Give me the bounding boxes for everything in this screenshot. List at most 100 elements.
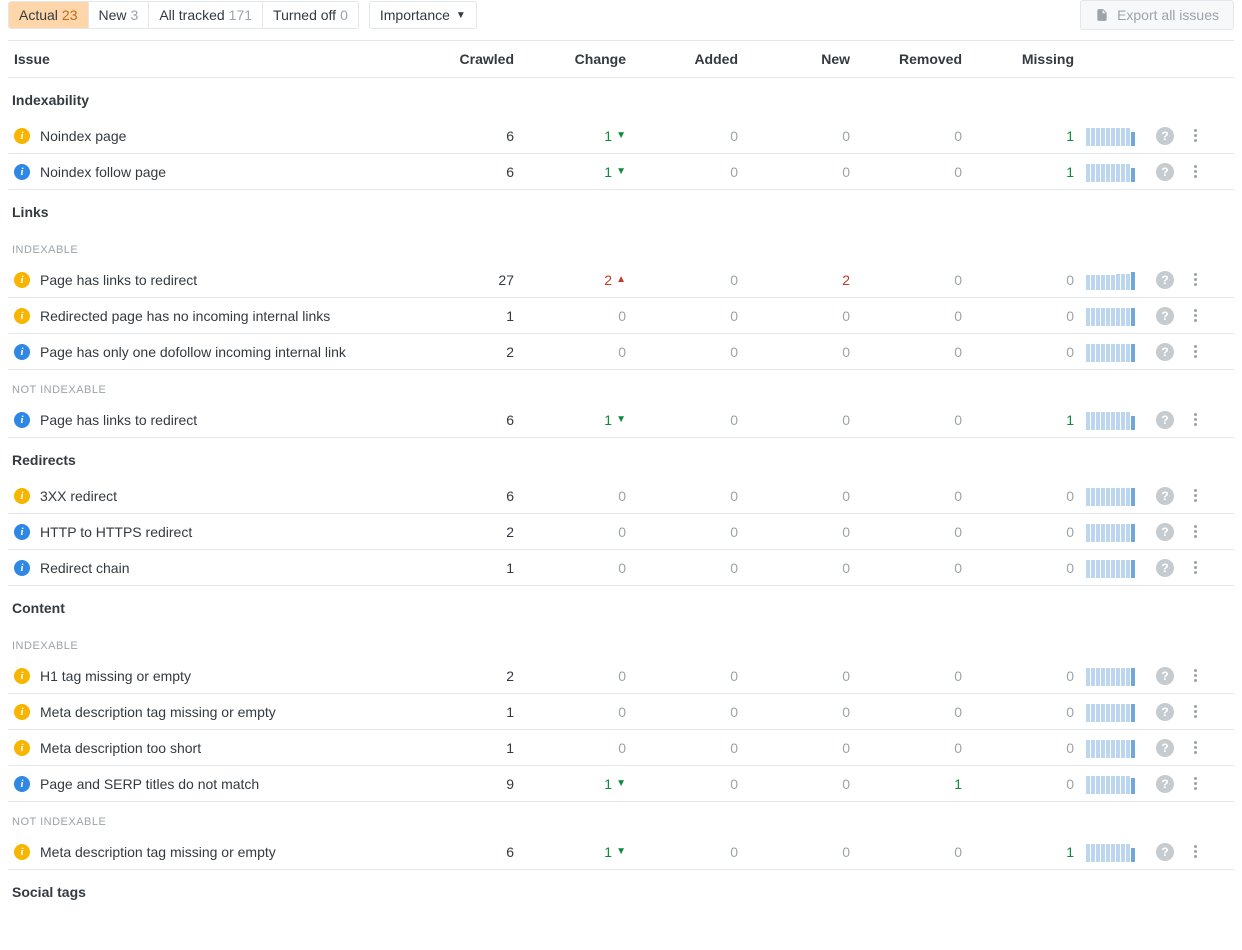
issue-name: Page and SERP titles do not match — [40, 776, 259, 792]
help-icon[interactable]: ? — [1156, 703, 1174, 721]
help-icon[interactable]: ? — [1156, 411, 1174, 429]
new-value: 0 — [744, 122, 856, 150]
col-change: Change — [520, 51, 632, 67]
removed-value: 0 — [856, 554, 968, 582]
export-button-label: Export all issues — [1117, 7, 1219, 23]
table-row: iPage has only one dofollow incoming int… — [8, 334, 1234, 370]
info-icon: i — [14, 776, 30, 792]
new-value: 0 — [744, 302, 856, 330]
issue-cell[interactable]: iH1 tag missing or empty — [8, 662, 408, 690]
issue-cell[interactable]: iMeta description tag missing or empty — [8, 698, 408, 726]
filter-tab[interactable]: Turned off0 — [263, 2, 358, 28]
issue-cell[interactable]: iRedirect chain — [8, 554, 408, 582]
kebab-menu-icon[interactable] — [1186, 525, 1204, 538]
kebab-menu-icon[interactable] — [1186, 561, 1204, 574]
section-title: Redirects — [8, 438, 1234, 478]
table-row: iRedirect chain100000? — [8, 550, 1234, 586]
help-icon[interactable]: ? — [1156, 307, 1174, 325]
help-icon[interactable]: ? — [1156, 163, 1174, 181]
missing-value: 0 — [968, 770, 1080, 798]
kebab-menu-icon[interactable] — [1186, 741, 1204, 754]
sparkline — [1080, 480, 1150, 512]
col-removed: Removed — [856, 51, 968, 67]
issue-name: Redirected page has no incoming internal… — [40, 308, 330, 324]
removed-value: 0 — [856, 302, 968, 330]
filter-tab[interactable]: New3 — [89, 2, 150, 28]
added-value: 0 — [632, 662, 744, 690]
crawled-value: 1 — [408, 554, 520, 582]
help-icon[interactable]: ? — [1156, 559, 1174, 577]
kebab-menu-icon[interactable] — [1186, 705, 1204, 718]
added-value: 0 — [632, 698, 744, 726]
help-icon[interactable]: ? — [1156, 667, 1174, 685]
kebab-menu-icon[interactable] — [1186, 165, 1204, 178]
section-title: Indexability — [8, 78, 1234, 118]
change-value: 0 — [520, 518, 632, 546]
kebab-menu-icon[interactable] — [1186, 489, 1204, 502]
issue-cell[interactable]: i3XX redirect — [8, 482, 408, 510]
added-value: 0 — [632, 770, 744, 798]
kebab-menu-icon[interactable] — [1186, 345, 1204, 358]
missing-value: 0 — [968, 554, 1080, 582]
help-icon[interactable]: ? — [1156, 523, 1174, 541]
filter-tab[interactable]: All tracked171 — [149, 2, 263, 28]
export-icon — [1095, 8, 1109, 22]
sort-dropdown[interactable]: Importance ▼ — [369, 1, 477, 29]
new-value: 0 — [744, 518, 856, 546]
kebab-menu-icon[interactable] — [1186, 129, 1204, 142]
crawled-value: 27 — [408, 266, 520, 294]
new-value: 0 — [744, 554, 856, 582]
sort-dropdown-label: Importance — [380, 7, 450, 23]
issue-cell[interactable]: iPage has only one dofollow incoming int… — [8, 338, 408, 366]
help-icon[interactable]: ? — [1156, 739, 1174, 757]
issue-cell[interactable]: iPage has links to redirect — [8, 406, 408, 434]
added-value: 0 — [632, 482, 744, 510]
filter-tab[interactable]: Actual23 — [9, 2, 89, 28]
kebab-menu-icon[interactable] — [1186, 413, 1204, 426]
table-row: iHTTP to HTTPS redirect200000? — [8, 514, 1234, 550]
col-missing: Missing — [968, 51, 1080, 67]
change-value: 2▲ — [520, 266, 632, 294]
table-row: iPage has links to redirect272▲0200? — [8, 262, 1234, 298]
issue-cell[interactable]: iPage has links to redirect — [8, 266, 408, 294]
issue-cell[interactable]: iMeta description tag missing or empty — [8, 838, 408, 866]
new-value: 0 — [744, 770, 856, 798]
kebab-menu-icon[interactable] — [1186, 845, 1204, 858]
issue-name: 3XX redirect — [40, 488, 117, 504]
issue-name: Page has only one dofollow incoming inte… — [40, 344, 346, 360]
warning-icon: i — [14, 668, 30, 684]
removed-value: 0 — [856, 734, 968, 762]
kebab-menu-icon[interactable] — [1186, 309, 1204, 322]
table-row: iNoindex follow page61▼0001? — [8, 154, 1234, 190]
issue-cell[interactable]: i Page and SERP titles do not match — [8, 770, 408, 798]
kebab-menu-icon[interactable] — [1186, 273, 1204, 286]
help-icon[interactable]: ? — [1156, 343, 1174, 361]
added-value: 0 — [632, 554, 744, 582]
help-icon[interactable]: ? — [1156, 843, 1174, 861]
export-all-issues-button[interactable]: Export all issues — [1080, 0, 1234, 30]
issue-cell[interactable]: iHTTP to HTTPS redirect — [8, 518, 408, 546]
help-icon[interactable]: ? — [1156, 487, 1174, 505]
removed-value: 0 — [856, 518, 968, 546]
issue-cell[interactable]: iNoindex page — [8, 122, 408, 150]
issue-cell[interactable]: iNoindex follow page — [8, 158, 408, 186]
new-value: 0 — [744, 158, 856, 186]
help-icon[interactable]: ? — [1156, 775, 1174, 793]
issue-cell[interactable]: iMeta description too short — [8, 734, 408, 762]
kebab-menu-icon[interactable] — [1186, 669, 1204, 682]
added-value: 0 — [632, 838, 744, 866]
info-icon: i — [14, 524, 30, 540]
issue-name: Page has links to redirect — [40, 412, 197, 428]
arrow-down-icon: ▼ — [616, 846, 626, 857]
info-icon: i — [14, 164, 30, 180]
table-row: iMeta description tag missing or empty1 0… — [8, 694, 1234, 730]
removed-value: 0 — [856, 662, 968, 690]
issue-name: Noindex page — [40, 128, 126, 144]
help-icon[interactable]: ? — [1156, 271, 1174, 289]
help-icon[interactable]: ? — [1156, 127, 1174, 145]
crawled-value: 1 — [408, 698, 520, 726]
kebab-menu-icon[interactable] — [1186, 777, 1204, 790]
issue-cell[interactable]: iRedirected page has no incoming interna… — [8, 302, 408, 330]
sparkline — [1080, 732, 1150, 764]
missing-value: 0 — [968, 338, 1080, 366]
